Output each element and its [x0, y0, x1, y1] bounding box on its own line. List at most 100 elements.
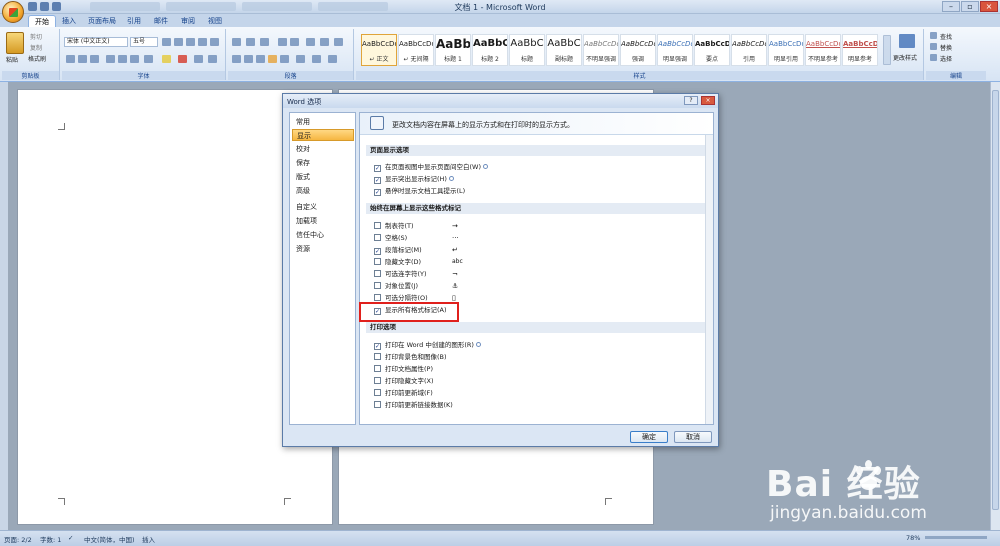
option-show-whitespace[interactable]: ✓ 在页面视图中显示页面间空白(W): [374, 162, 488, 172]
option-show-highlighter[interactable]: ✓ 显示突出显示标记(H): [374, 174, 454, 184]
subscript-icon[interactable]: [118, 55, 127, 63]
option-spaces[interactable]: 空格(S): [374, 233, 407, 243]
line-spacing-icon[interactable]: [296, 55, 305, 63]
select-button[interactable]: 选择: [940, 54, 952, 63]
checkbox-icon[interactable]: [374, 222, 381, 229]
format-painter-button[interactable]: 格式刷: [28, 54, 46, 63]
content-scrollbar[interactable]: [705, 135, 713, 424]
option-tab-characters[interactable]: 制表符(T): [374, 221, 414, 231]
style-intense-quote[interactable]: AaBbCcDd 明显引用: [768, 34, 804, 66]
dialog-close-button[interactable]: ×: [701, 96, 715, 105]
change-styles-button[interactable]: 更改样式: [893, 53, 917, 62]
maximize-button[interactable]: ▫: [961, 1, 979, 12]
checkbox-icon[interactable]: [374, 401, 381, 408]
highlight-icon[interactable]: [162, 55, 171, 63]
checkbox-icon[interactable]: [374, 282, 381, 289]
tab-references[interactable]: 引用: [121, 15, 147, 27]
style-title[interactable]: AaBbC 标题: [509, 34, 545, 66]
nav-item-popular[interactable]: 常用: [292, 116, 354, 128]
grow-font-icon[interactable]: [162, 38, 171, 46]
style-strong[interactable]: AaBbCcDd要点: [694, 34, 730, 66]
office-button[interactable]: [2, 1, 24, 23]
style-subtle-emphasis[interactable]: AaBbCcDd 不明显强调: [583, 34, 619, 66]
ok-button[interactable]: 确定: [630, 431, 668, 443]
find-button[interactable]: 查找: [940, 32, 952, 41]
align-right-icon[interactable]: [256, 55, 265, 63]
align-center-icon[interactable]: [244, 55, 253, 63]
checkbox-icon[interactable]: ✓: [374, 343, 381, 350]
asian-layout-icon[interactable]: [306, 38, 315, 46]
shrink-font-icon[interactable]: [174, 38, 183, 46]
nav-item-proofing[interactable]: 校对: [292, 143, 354, 155]
change-case-icon[interactable]: [144, 55, 153, 63]
increase-indent-icon[interactable]: [290, 38, 299, 46]
justify-icon[interactable]: [268, 55, 277, 63]
option-object-anchors[interactable]: 对象位置(J): [374, 281, 418, 291]
option-update-links[interactable]: 打印前更新链接数据(K): [374, 400, 453, 410]
italic-icon[interactable]: [78, 55, 87, 63]
change-styles-icon[interactable]: [899, 34, 915, 48]
nav-item-addins[interactable]: 加载项: [292, 215, 354, 227]
bold-icon[interactable]: [66, 55, 75, 63]
status-words[interactable]: 字数: 1: [40, 534, 61, 544]
paste-button[interactable]: 粘贴: [6, 55, 18, 64]
cancel-button[interactable]: 取消: [674, 431, 712, 443]
align-left-icon[interactable]: [232, 55, 241, 63]
strikethrough-icon[interactable]: [106, 55, 115, 63]
checkbox-icon[interactable]: [374, 365, 381, 372]
sort-icon[interactable]: [320, 38, 329, 46]
checkbox-icon[interactable]: [374, 270, 381, 277]
option-optional-hyphens[interactable]: 可选连字符(Y): [374, 269, 427, 279]
checkbox-icon[interactable]: ✓: [374, 177, 381, 184]
tab-insert[interactable]: 插入: [56, 15, 82, 27]
nav-item-save[interactable]: 保存: [292, 157, 354, 169]
style-intense-reference[interactable]: AaBbCcDd明显参考: [842, 34, 878, 66]
tab-home[interactable]: 开始: [28, 15, 56, 27]
style-heading-1[interactable]: AaBb 标题 1: [435, 34, 471, 66]
show-marks-icon[interactable]: [334, 38, 343, 46]
font-name-combo[interactable]: 宋体 (中文正文): [64, 37, 128, 47]
shading-icon[interactable]: [312, 55, 321, 63]
style-no-spacing[interactable]: AaBbCcDd ↵ 无间隔: [398, 34, 434, 66]
copy-button[interactable]: 复制: [30, 43, 42, 52]
style-subtitle[interactable]: AaBbC 副标题: [546, 34, 582, 66]
style-emphasis[interactable]: AaBbCcDd 强调: [620, 34, 656, 66]
tab-review[interactable]: 审阅: [175, 15, 201, 27]
numbering-icon[interactable]: [246, 38, 255, 46]
font-color-icon[interactable]: [178, 55, 187, 63]
option-print-properties[interactable]: 打印文档属性(P): [374, 364, 433, 374]
replace-button[interactable]: 替换: [940, 43, 952, 52]
status-mode[interactable]: 插入: [142, 534, 155, 544]
checkbox-icon[interactable]: ✓: [374, 189, 381, 196]
clear-format-icon[interactable]: [186, 38, 195, 46]
status-language[interactable]: 中文(简体，中国): [84, 534, 135, 544]
option-update-fields[interactable]: 打印前更新域(F): [374, 388, 433, 398]
option-print-drawings[interactable]: ✓ 打印在 Word 中创建的图形(R): [374, 340, 481, 350]
nav-item-customize[interactable]: 自定义: [292, 201, 354, 213]
nav-item-resources[interactable]: 资源: [292, 243, 354, 255]
styles-scroll-icon[interactable]: [883, 35, 891, 65]
tab-mailings[interactable]: 邮件: [148, 15, 174, 27]
checkbox-icon[interactable]: ✓: [374, 248, 381, 255]
bullets-icon[interactable]: [232, 38, 241, 46]
superscript-icon[interactable]: [130, 55, 139, 63]
zoom-level[interactable]: 78%: [906, 534, 920, 542]
checkbox-icon[interactable]: [374, 234, 381, 241]
zoom-slider[interactable]: [925, 536, 987, 539]
borders-icon[interactable]: [328, 55, 337, 63]
option-paragraph-marks[interactable]: ✓ 段落标记(M): [374, 245, 422, 255]
paste-icon[interactable]: [6, 32, 24, 54]
help-button[interactable]: ?: [684, 96, 698, 105]
checkbox-icon[interactable]: [374, 258, 381, 265]
char-border-icon[interactable]: [210, 38, 219, 46]
option-print-background[interactable]: 打印背景色和图像(B): [374, 352, 447, 362]
underline-icon[interactable]: [90, 55, 99, 63]
style-heading-2[interactable]: AaBbC 标题 2: [472, 34, 508, 66]
phonetic-icon[interactable]: [198, 38, 207, 46]
nav-item-display[interactable]: 显示: [292, 129, 354, 141]
option-print-hidden-text[interactable]: 打印隐藏文字(X): [374, 376, 434, 386]
style-subtle-reference[interactable]: AaBbCcDd 不明显参考: [805, 34, 841, 66]
char-shading-icon[interactable]: [194, 55, 203, 63]
font-size-combo[interactable]: 五号: [130, 37, 158, 47]
status-page[interactable]: 页面: 2/2: [4, 534, 32, 544]
